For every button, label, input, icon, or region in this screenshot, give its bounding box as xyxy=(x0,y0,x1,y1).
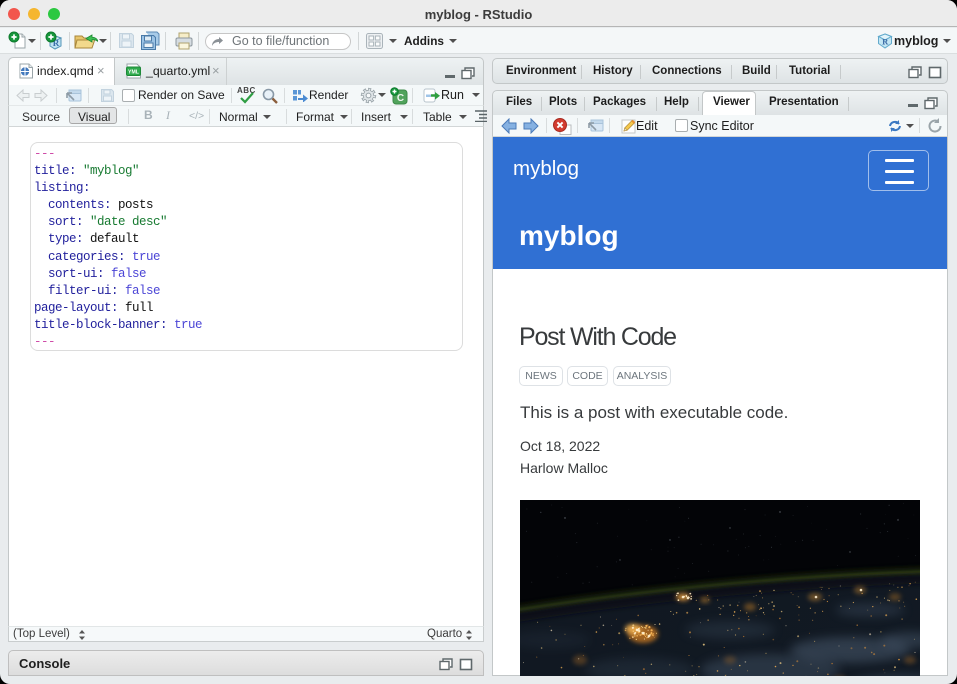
svg-text:R: R xyxy=(882,37,889,47)
svg-text:YML: YML xyxy=(128,70,140,76)
svg-text:C: C xyxy=(397,93,404,104)
